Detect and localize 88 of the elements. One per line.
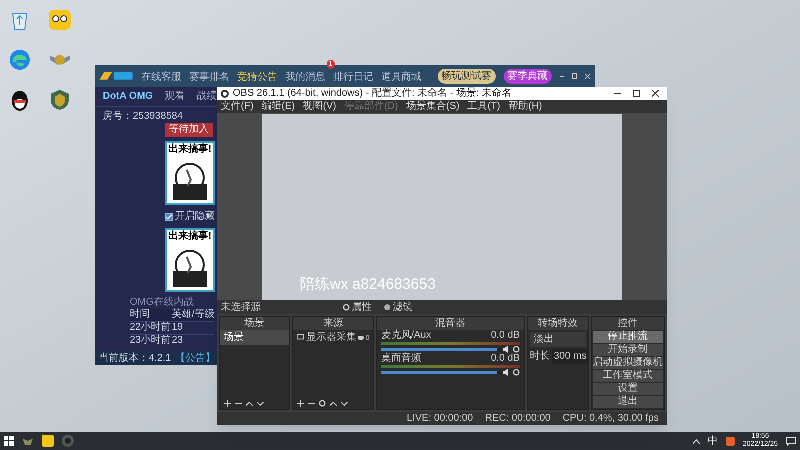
cpu-fps: CPU: 0.4%, 30.00 fps [562, 412, 659, 426]
notification-icon[interactable] [786, 436, 796, 446]
source-item[interactable]: 显示器采集 [306, 330, 356, 345]
menu-item[interactable]: 视图(V) [303, 100, 336, 113]
notice-text: 【公告】 [175, 352, 216, 366]
live-timer: LIVE: 00:00:00 [407, 412, 474, 426]
chevron-up-icon[interactable] [692, 438, 700, 444]
table-cell: 22小时前 [130, 322, 172, 334]
volume-reading: 0.0 dB [491, 353, 520, 364]
move-up-icon[interactable] [330, 402, 338, 406]
menu-item[interactable]: 编辑(E) [262, 100, 296, 113]
nav-tab[interactable]: 在线客服 [142, 70, 182, 85]
visibility-icon[interactable] [358, 336, 364, 340]
menu-item[interactable]: 工具(T) [468, 100, 500, 113]
control-button[interactable]: 停止推流 [593, 331, 663, 343]
ime-indicator[interactable]: 中 [708, 434, 718, 448]
column-header: 英雄/等级 [172, 309, 214, 321]
menu-item[interactable]: 文件(F) [221, 100, 254, 113]
dock-title: 来源 [293, 317, 374, 330]
browser-swirl-icon[interactable] [8, 48, 32, 72]
close-icon[interactable] [652, 90, 659, 97]
add-icon[interactable] [297, 400, 304, 407]
no-source-label: 未选择源 [221, 300, 262, 314]
dock-title: 混音器 [377, 317, 524, 330]
nav-tab[interactable]: 我的消息 [286, 70, 326, 85]
mode-tab[interactable]: 观看 [165, 89, 186, 104]
season-collection-button[interactable]: 赛季典藏 [504, 68, 552, 84]
app-tray-icon[interactable] [726, 436, 735, 446]
wait-join-button[interactable]: 等待加入 [165, 123, 213, 137]
monitor-icon [297, 334, 304, 341]
window-title: OBS 26.1.1 (64-bit, windows) - 配置文件: 未命名 - 场景: 未命名 [233, 87, 512, 100]
table-cell-text: 19 [172, 322, 184, 334]
obs-logo-icon [221, 90, 229, 98]
gear-icon [343, 304, 350, 310]
channel-name: 桌面音频 [381, 353, 422, 364]
transition-select[interactable]: 淡出 [530, 332, 586, 347]
duration-field[interactable]: 300 ms [552, 349, 589, 364]
nav-tab[interactable]: 竞猜公告 [238, 70, 278, 85]
control-button[interactable]: 设置 [593, 383, 663, 395]
move-up-icon[interactable] [246, 402, 253, 406]
control-button[interactable]: 启动虚拟摄像机 [593, 357, 663, 369]
add-icon[interactable] [224, 400, 231, 407]
mode-tab[interactable]: 战绩 [197, 89, 218, 104]
avatar-card[interactable]: 出来搞事! [165, 228, 215, 292]
table-cell: 23小时前 [130, 335, 172, 347]
nav-tab[interactable]: 排行日记 [334, 70, 374, 85]
control-button[interactable]: 退出 [593, 396, 663, 408]
maximize-icon[interactable] [633, 90, 640, 97]
nav-tab[interactable]: 道具商城 [382, 70, 422, 85]
shield-emblem-icon[interactable] [48, 88, 72, 112]
rec-timer: REC: 00:00:00 [485, 412, 551, 426]
menu-item[interactable]: 场景集合(S) [406, 100, 460, 113]
lock-icon[interactable] [366, 335, 370, 340]
card-caption: 出来搞事! [168, 143, 212, 156]
move-down-icon[interactable] [341, 402, 348, 406]
checkbox-label: 开启隐藏 [175, 210, 215, 224]
duration-label: 时长 [530, 350, 550, 364]
avatar-card[interactable]: 出来搞事! [165, 141, 215, 205]
channel-name: 麦克风/Aux [381, 330, 432, 341]
version-text: 当前版本：4.2.1 [99, 352, 172, 366]
windows-start-icon[interactable] [4, 436, 14, 446]
filter-icon [384, 304, 391, 310]
mascot-app-icon[interactable] [48, 8, 72, 32]
game-logo-icon [99, 69, 134, 83]
dock-title: 场景 [220, 317, 290, 330]
gear-icon[interactable] [319, 400, 326, 407]
control-button[interactable]: 开始录制 [593, 344, 663, 356]
card-caption: 出来搞事! [168, 230, 212, 243]
checkbox[interactable] [165, 212, 173, 220]
move-down-icon[interactable] [257, 402, 264, 406]
dock-title: 控件 [592, 317, 664, 330]
scene-item[interactable]: 场景 [220, 330, 290, 345]
column-header: 时间 [130, 309, 151, 321]
menu-item[interactable]: 帮助(H) [508, 100, 542, 113]
test-match-button[interactable]: 畅玩测试赛 [438, 68, 496, 84]
check-icon [166, 214, 172, 220]
gear-icon[interactable] [513, 369, 520, 376]
history-title: OMG在线内战 [130, 297, 195, 308]
control-button[interactable]: 工作室模式 [593, 370, 663, 382]
table-cell-text: 23 [172, 335, 184, 347]
mode-tab[interactable]: DotA OMG [103, 89, 154, 104]
dock-title: 转场特效 [528, 317, 588, 330]
properties-button[interactable]: 属性 [343, 300, 372, 314]
gear-icon[interactable] [513, 346, 520, 353]
volume-reading: 0.0 dB [491, 330, 520, 341]
filters-button[interactable]: 滤镜 [384, 300, 413, 314]
nav-tab[interactable]: 赛事排名 [190, 70, 230, 85]
room-number: 房号：253938584 [103, 111, 184, 123]
